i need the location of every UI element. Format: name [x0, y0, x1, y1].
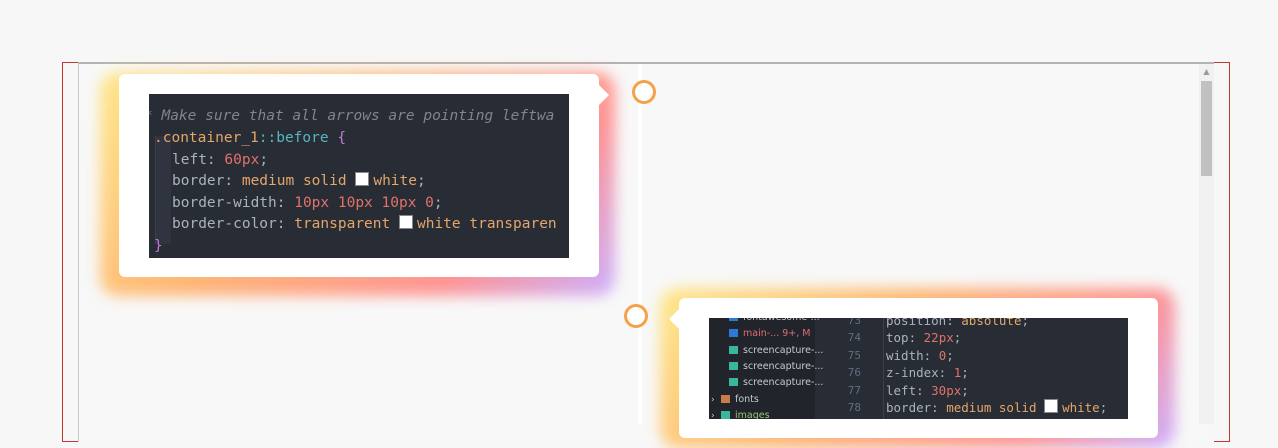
code-line: top: 22px;	[886, 329, 961, 346]
folder-icon	[721, 394, 730, 403]
code-token: ;	[417, 173, 426, 190]
color-swatch	[398, 215, 413, 230]
code-token: ;	[953, 330, 962, 346]
code-token: ;	[1099, 400, 1108, 415]
code-token: ;	[259, 151, 269, 168]
code-token: 10px 10px 10px 0	[294, 194, 434, 211]
code-comment: * Make sure that all arrows are pointing…	[149, 108, 555, 124]
file-tree-label: fonts	[735, 393, 759, 405]
code-line: z-index: 1;	[886, 364, 969, 381]
card-arrow-left	[669, 309, 679, 329]
code-token: 60px	[224, 151, 260, 168]
code-property: border-color:	[172, 216, 295, 233]
code-property: border:	[172, 173, 242, 190]
code-line: border: medium solid white;	[172, 171, 426, 193]
indent-guide	[883, 318, 884, 419]
code-line: width: 0;	[886, 347, 954, 364]
code-pseudo: ::before	[258, 130, 329, 146]
code-token: transparent	[294, 216, 399, 233]
code-token: ;	[946, 347, 954, 363]
code-token: border:	[886, 400, 947, 415]
code-token: medium solid	[946, 400, 1045, 415]
code-selector-line: .container_1::before {	[154, 128, 346, 150]
line-number: 73	[847, 318, 861, 327]
file-tree-item[interactable]: screencapture-...	[729, 359, 823, 376]
folder-icon	[721, 410, 730, 419]
file-tree-label: fontawesome-...	[743, 318, 820, 323]
code-token: top:	[886, 330, 924, 346]
code-line: border-color: transparent white transpar…	[172, 214, 557, 236]
code-selector: .container_1	[154, 130, 259, 146]
line-number: 76	[847, 366, 861, 380]
file-tree-item[interactable]: › images	[711, 408, 770, 419]
code-property: left:	[172, 151, 225, 168]
color-swatch	[1044, 399, 1059, 413]
code-token: ;	[961, 365, 969, 381]
timeline-dot-2	[624, 304, 648, 328]
css-file-icon	[729, 318, 738, 321]
line-number: 78	[847, 401, 861, 414]
file-tree-label: images	[735, 409, 770, 419]
code-token: position:	[886, 318, 962, 328]
line-number: 74	[847, 331, 861, 345]
code-line: border: medium solid white;	[886, 399, 1107, 416]
code-token: ;	[433, 194, 443, 211]
card-arrow-right	[599, 85, 609, 105]
file-tree-item[interactable]: screencapture-...	[729, 375, 823, 392]
code-token: 22px	[923, 330, 954, 346]
code-token: width:	[886, 347, 939, 363]
code-screenshot-1: * Make sure that all arrows are pointing…	[149, 94, 569, 258]
code-token: ;	[1021, 318, 1030, 328]
chevron-right-icon: ›	[711, 410, 715, 419]
chevron-right-icon: ›	[711, 394, 715, 405]
css-file-icon	[729, 329, 738, 338]
image-file-icon	[729, 345, 738, 354]
code-token: left:	[886, 382, 932, 398]
timeline-line	[638, 64, 642, 424]
line-number: 75	[847, 348, 861, 362]
code-token: white	[373, 173, 417, 190]
color-swatch	[355, 172, 370, 187]
code-token: medium solid	[241, 173, 356, 190]
code-open-brace: {	[328, 130, 347, 146]
code-token: ;	[961, 382, 969, 398]
scrollbar-thumb[interactable]	[1201, 81, 1212, 176]
file-tree-label: main-... 9+, M	[743, 328, 811, 340]
file-tree-item[interactable]: fontawesome-...	[729, 318, 820, 327]
code-property: border-width:	[172, 194, 295, 211]
line-number: 77	[847, 383, 861, 397]
code-line: position: absolute;	[886, 318, 1029, 329]
code-token: white transparen	[416, 216, 557, 233]
code-token: white	[1062, 400, 1100, 415]
code-line: border-width: 10px 10px 10px 0;	[172, 193, 443, 215]
scroll-up-arrow-icon[interactable]: ▲	[1201, 66, 1212, 78]
image-file-icon	[729, 361, 738, 370]
timeline-dot-1	[632, 80, 656, 104]
code-line: left: 60px;	[172, 150, 268, 172]
code-token: z-index:	[886, 365, 954, 381]
code-close-brace: }	[154, 238, 163, 254]
indent-guide	[155, 136, 171, 244]
image-file-icon	[729, 378, 738, 387]
file-tree-item[interactable]: main-... 9+, M	[729, 326, 810, 343]
code-screenshot-2: fontawesome-... main-... 9+, M screencaptu…	[709, 318, 1128, 419]
file-tree-label: screencapture-...	[743, 377, 824, 389]
file-tree-item[interactable]: screencapture-...	[729, 343, 823, 360]
code-token: 30px	[931, 382, 962, 398]
file-tree-item[interactable]: › fonts	[711, 392, 759, 409]
code-token: absolute	[961, 318, 1022, 328]
file-tree-label: screencapture-...	[743, 344, 824, 356]
code-line: left: 30px;	[886, 382, 969, 399]
file-tree-label: screencapture-...	[743, 360, 824, 372]
